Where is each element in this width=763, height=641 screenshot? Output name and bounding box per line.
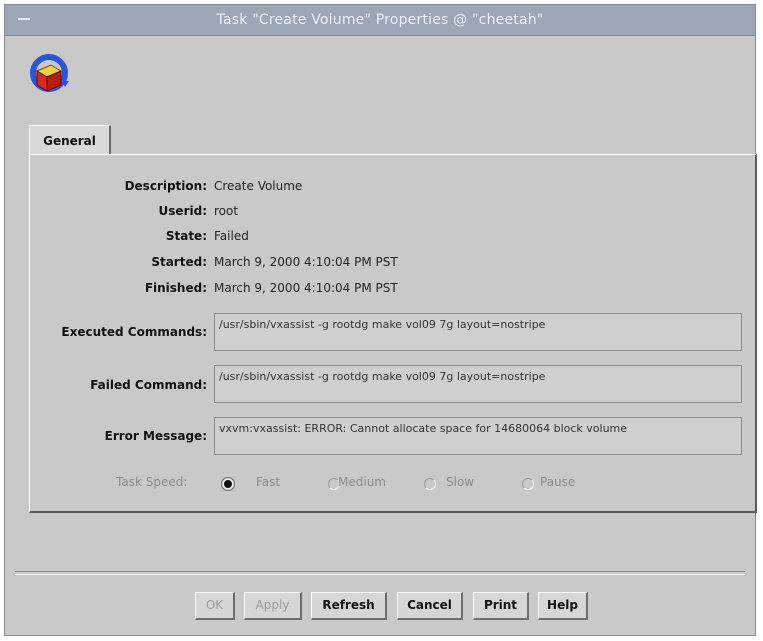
state-value: Failed: [214, 229, 249, 243]
finished-value: March 9, 2000 4:10:04 PM PST: [214, 281, 398, 295]
help-button[interactable]: Help: [538, 592, 588, 620]
userid-value: root: [214, 204, 239, 218]
description-value: Create Volume: [214, 179, 303, 193]
ok-button[interactable]: OK: [195, 592, 235, 620]
task-properties-window: Task "Create Volume" Properties @ "cheet…: [4, 4, 757, 636]
radio-medium-label[interactable]: Medium: [338, 475, 386, 489]
print-button[interactable]: Print: [473, 592, 529, 620]
title-bar[interactable]: Task "Create Volume" Properties @ "cheet…: [5, 5, 755, 36]
description-label: Description:: [124, 179, 207, 193]
userid-label: Userid:: [158, 204, 207, 218]
radio-fast-label[interactable]: Fast: [256, 475, 280, 489]
started-value: March 9, 2000 4:10:04 PM PST: [214, 255, 398, 269]
radio-slow[interactable]: [424, 478, 436, 490]
failed-command-label: Failed Command:: [90, 378, 207, 392]
radio-slow-label[interactable]: Slow: [446, 475, 474, 489]
cancel-button[interactable]: Cancel: [397, 592, 463, 620]
error-message-label: Error Message:: [104, 429, 207, 443]
window-title: Task "Create Volume" Properties @ "cheet…: [216, 12, 544, 28]
footer-separator: [15, 571, 745, 575]
error-message-field[interactable]: vxvm:vxassist: ERROR: Cannot allocate sp…: [214, 417, 742, 455]
refresh-button[interactable]: Refresh: [311, 592, 387, 620]
general-panel: Description: Create Volume Userid: root …: [29, 154, 757, 513]
finished-label: Finished:: [144, 281, 207, 295]
radio-pause[interactable]: [522, 478, 534, 490]
apply-button[interactable]: Apply: [244, 592, 302, 620]
radio-fast[interactable]: [222, 478, 234, 490]
radio-pause-label[interactable]: Pause: [540, 475, 575, 489]
tab-general[interactable]: General: [29, 125, 111, 157]
executed-commands-field[interactable]: /usr/sbin/vxassist -g rootdg make vol09 …: [214, 313, 742, 351]
started-label: Started:: [151, 255, 207, 269]
state-label: State:: [165, 229, 207, 243]
executed-commands-label: Executed Commands:: [61, 325, 207, 339]
failed-command-field[interactable]: /usr/sbin/vxassist -g rootdg make vol09 …: [214, 365, 742, 403]
task-speed-label: Task Speed:: [116, 475, 188, 489]
task-properties-icon: [30, 54, 69, 92]
